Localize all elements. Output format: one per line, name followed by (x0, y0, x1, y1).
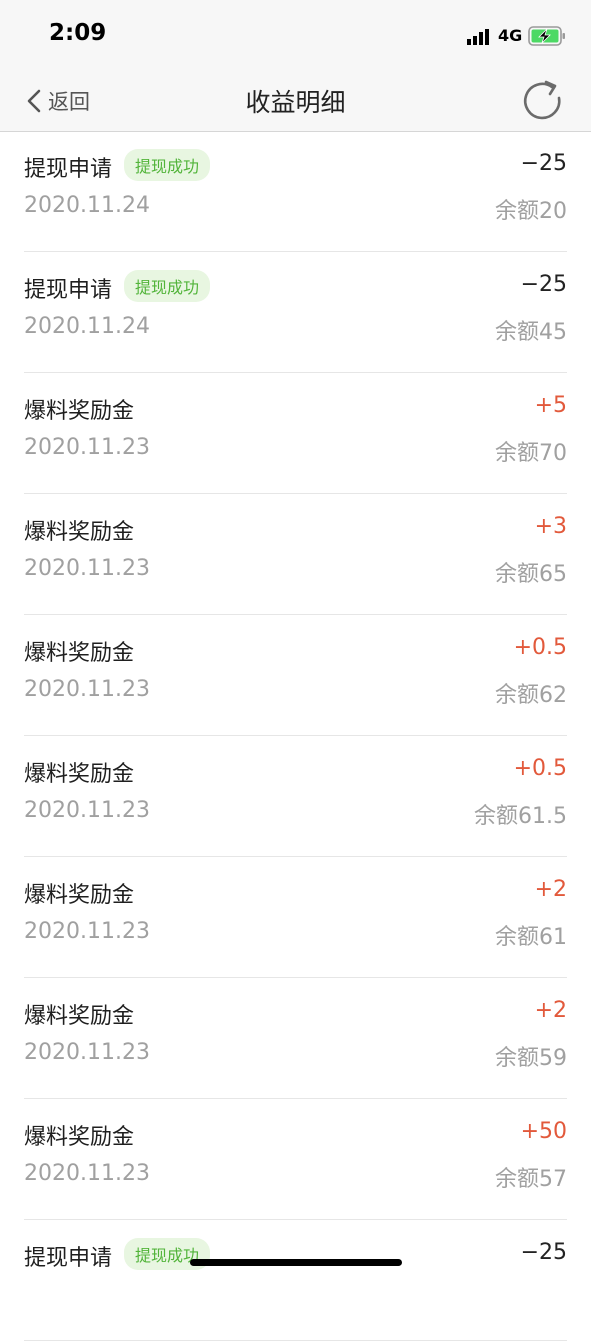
transaction-balance: 余额62 (495, 683, 567, 708)
transaction-title: 爆料奖励金 (24, 762, 135, 787)
transaction-date: 2020.11.23 (24, 556, 150, 581)
status-time: 2:09 (49, 20, 107, 46)
transaction-date: 2020.11.24 (24, 193, 150, 218)
transaction-list: 提现申请 提现成功 −25 2020.11.24 余额20 提现申请 提现成功 −25 2020… (0, 131, 591, 1341)
transaction-title: 提现申请 (24, 157, 113, 182)
transaction-title: 爆料奖励金 (24, 399, 135, 424)
transaction-row[interactable]: 爆料奖励金 +2 2020.11.23 余额59 (0, 978, 591, 1099)
transaction-balance: 余额61 (495, 925, 567, 950)
transaction-amount: +50 (520, 1119, 567, 1144)
transaction-date: 2020.11.24 (24, 314, 150, 339)
transaction-amount: +0.5 (513, 756, 567, 781)
transaction-date: 2020.11.23 (24, 798, 150, 823)
transaction-row[interactable]: 提现申请 提现成功 −25 (0, 1220, 591, 1341)
home-indicator (190, 1259, 402, 1266)
transaction-date: 2020.11.23 (24, 1040, 150, 1065)
transaction-amount: +2 (534, 877, 567, 902)
transaction-balance: 余额61.5 (474, 804, 567, 829)
transaction-row[interactable]: 爆料奖励金 +50 2020.11.23 余额57 (0, 1099, 591, 1220)
transaction-balance: 余额57 (495, 1167, 567, 1192)
transaction-row[interactable]: 爆料奖励金 +2 2020.11.23 余额61 (0, 857, 591, 978)
transaction-amount: −25 (520, 272, 567, 297)
transaction-amount: +3 (534, 514, 567, 539)
transaction-title: 爆料奖励金 (24, 1125, 135, 1150)
transaction-amount: −25 (520, 151, 567, 176)
transaction-balance: 余额70 (495, 441, 567, 466)
transaction-row[interactable]: 提现申请 提现成功 −25 2020.11.24 余额20 (0, 131, 591, 252)
transaction-date: 2020.11.23 (24, 1161, 150, 1186)
transaction-row[interactable]: 爆料奖励金 +5 2020.11.23 余额70 (0, 373, 591, 494)
status-badge: 提现成功 (124, 270, 211, 302)
transaction-balance: 余额20 (495, 199, 567, 224)
transaction-title: 提现申请 (24, 1246, 113, 1271)
page-title: 收益明细 (245, 88, 346, 117)
transaction-title: 爆料奖励金 (24, 641, 135, 666)
transaction-date: 2020.11.23 (24, 919, 150, 944)
transaction-balance: 余额59 (495, 1046, 567, 1071)
transaction-date: 2020.11.23 (24, 677, 150, 702)
transaction-balance: 余额65 (495, 562, 567, 587)
transaction-row[interactable]: 爆料奖励金 +0.5 2020.11.23 余额61.5 (0, 736, 591, 857)
transaction-amount: +2 (534, 998, 567, 1023)
transaction-title: 提现申请 (24, 278, 113, 303)
transaction-row[interactable]: 爆料奖励金 +0.5 2020.11.23 余额62 (0, 615, 591, 736)
network-type: 4G (498, 26, 523, 45)
transaction-amount: +0.5 (513, 635, 567, 660)
status-bar: 2:09 4G (0, 0, 591, 70)
transaction-balance: 余额45 (495, 320, 567, 345)
transaction-amount: −25 (520, 1240, 567, 1265)
transaction-title: 爆料奖励金 (24, 1004, 135, 1029)
transaction-row[interactable]: 爆料奖励金 +3 2020.11.23 余额65 (0, 494, 591, 615)
battery-charging-icon (528, 26, 565, 46)
refresh-icon[interactable] (519, 78, 565, 124)
transaction-title: 爆料奖励金 (24, 883, 135, 908)
transaction-amount: +5 (534, 393, 567, 418)
transaction-title: 爆料奖励金 (24, 520, 135, 545)
signal-icon (467, 29, 489, 45)
transaction-date: 2020.11.23 (24, 435, 150, 460)
transaction-row[interactable]: 提现申请 提现成功 −25 2020.11.24 余额45 (0, 252, 591, 373)
nav-bar: 返回 收益明细 (0, 70, 591, 132)
status-badge: 提现成功 (124, 149, 211, 181)
